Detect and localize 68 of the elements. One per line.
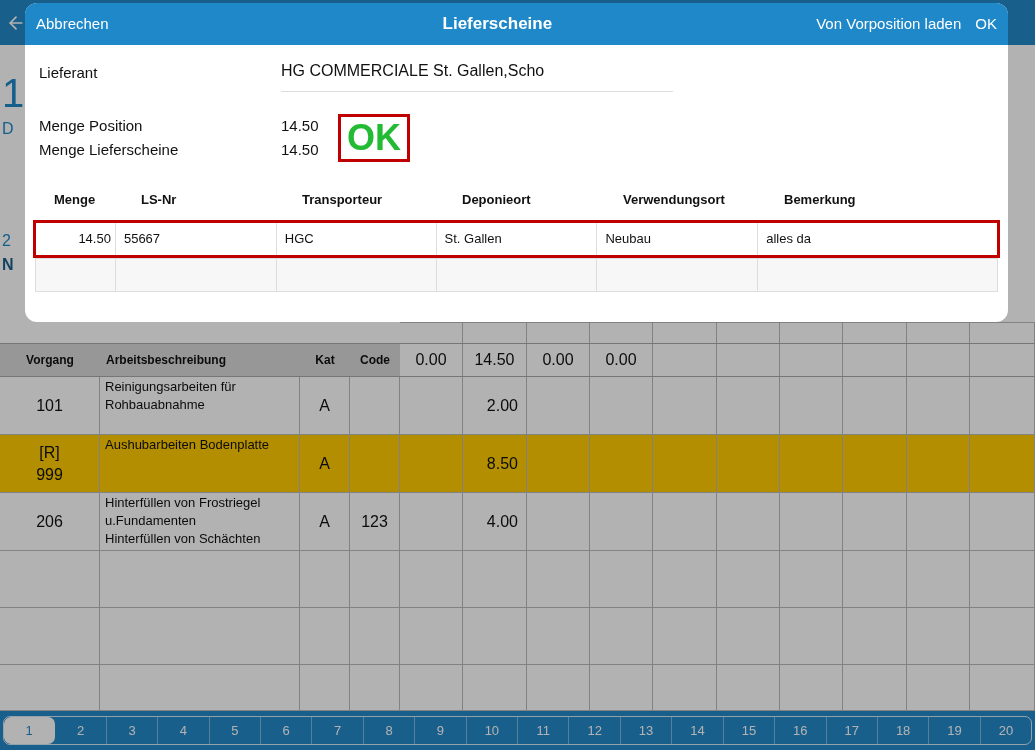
page-tab[interactable]: 10 <box>466 717 519 744</box>
field-label: Menge Position <box>39 116 144 136</box>
page-heading-fragment: 2 <box>2 231 11 251</box>
total-cell: 0.00 <box>590 344 653 376</box>
dialog-title: Lieferscheine <box>441 13 554 36</box>
column-header: Vorgang <box>0 344 100 376</box>
cancel-button[interactable]: Abbrechen <box>36 12 109 36</box>
page-tab[interactable]: 20 <box>980 717 1031 744</box>
load-button[interactable]: Von Vorposition laden <box>816 12 962 36</box>
page-tab[interactable]: 14 <box>672 717 724 744</box>
page-tab[interactable]: 19 <box>929 717 981 744</box>
column-header: Deponieort <box>461 191 532 209</box>
page-tab[interactable]: 2 <box>55 717 107 744</box>
status-badge: OK <box>338 114 410 162</box>
table-cell: A <box>300 377 350 434</box>
quantity-value: 14.50 <box>281 116 320 136</box>
table-cell: Hinterfüllen von Frostriegel u.Fundamenten Hinterfüllen von Schächten <box>100 493 300 550</box>
field-label: Lieferant <box>39 62 99 83</box>
total-cell: 14.50 <box>463 344 527 376</box>
page-heading-fragment: 1 <box>2 73 25 113</box>
table-cell: HGC <box>276 222 437 255</box>
page-tab[interactable]: 11 <box>518 717 570 744</box>
delivery-row[interactable]: 14.50 55667 HGC St. Gallen Neubau alles da <box>33 219 1000 258</box>
page-tab[interactable]: 1 <box>4 717 56 744</box>
page-tab[interactable]: 12 <box>569 717 621 744</box>
column-header: Verwendungsort <box>622 191 726 209</box>
table-cell: 55667 <box>115 222 277 255</box>
quantity-value: 14.50 <box>281 140 320 160</box>
page-tab[interactable]: 15 <box>723 717 776 744</box>
operation-number: 999 <box>36 464 63 485</box>
ok-button[interactable]: OK <box>975 12 997 36</box>
column-header: Code <box>350 344 400 376</box>
total-cell: 0.00 <box>400 344 463 376</box>
page-tab[interactable]: 6 <box>261 717 313 744</box>
page-tab[interactable]: 4 <box>158 717 210 744</box>
table-row[interactable]: [R] 999 Aushubarbeiten Bodenplatte A 8.50 <box>0 435 1035 493</box>
table-cell: Reinigungsarbeiten für Rohbauabnahme <box>100 377 300 434</box>
page-tab[interactable]: 16 <box>775 717 827 744</box>
page-tab[interactable]: 3 <box>106 717 159 744</box>
table-cell: Aushubarbeiten Bodenplatte <box>100 435 300 492</box>
column-header: Bemerkung <box>783 191 857 209</box>
column-header: Transporteur <box>301 191 384 209</box>
delivery-row[interactable] <box>35 257 998 292</box>
column-header: LS-Nr <box>140 191 178 209</box>
page-tab[interactable]: 13 <box>620 717 673 744</box>
operation-number: 101 <box>36 395 63 416</box>
table-cell: Neubau <box>597 222 759 255</box>
column-header: Kat <box>300 344 350 376</box>
page-tab[interactable]: 5 <box>209 717 262 744</box>
supplier-field[interactable]: HG COMMERCIALE St. Gallen,Scho <box>281 59 673 92</box>
page-heading-fragment: N <box>2 255 14 275</box>
table-cell: St. Gallen <box>436 222 598 255</box>
page-tab[interactable]: 9 <box>415 717 467 744</box>
table-cell: A <box>300 435 350 492</box>
table-cell: 14.50 <box>36 222 116 255</box>
total-cell: 0.00 <box>527 344 590 376</box>
page-tab[interactable]: 7 <box>312 717 364 744</box>
page-tab[interactable]: 8 <box>363 717 416 744</box>
operation-number: 206 <box>36 511 63 532</box>
table-cell-text: alles da <box>765 229 813 248</box>
reference-marker: [R] <box>39 442 60 463</box>
column-header: Menge <box>53 191 97 209</box>
page-tab[interactable]: 17 <box>826 717 878 744</box>
field-label: Menge Lieferscheine <box>39 140 180 160</box>
page-heading-fragment: D <box>2 119 14 139</box>
page-tab[interactable]: 18 <box>877 717 930 744</box>
table-cell: A <box>300 493 350 550</box>
column-header: Arbeitsbeschreibung <box>100 344 300 376</box>
